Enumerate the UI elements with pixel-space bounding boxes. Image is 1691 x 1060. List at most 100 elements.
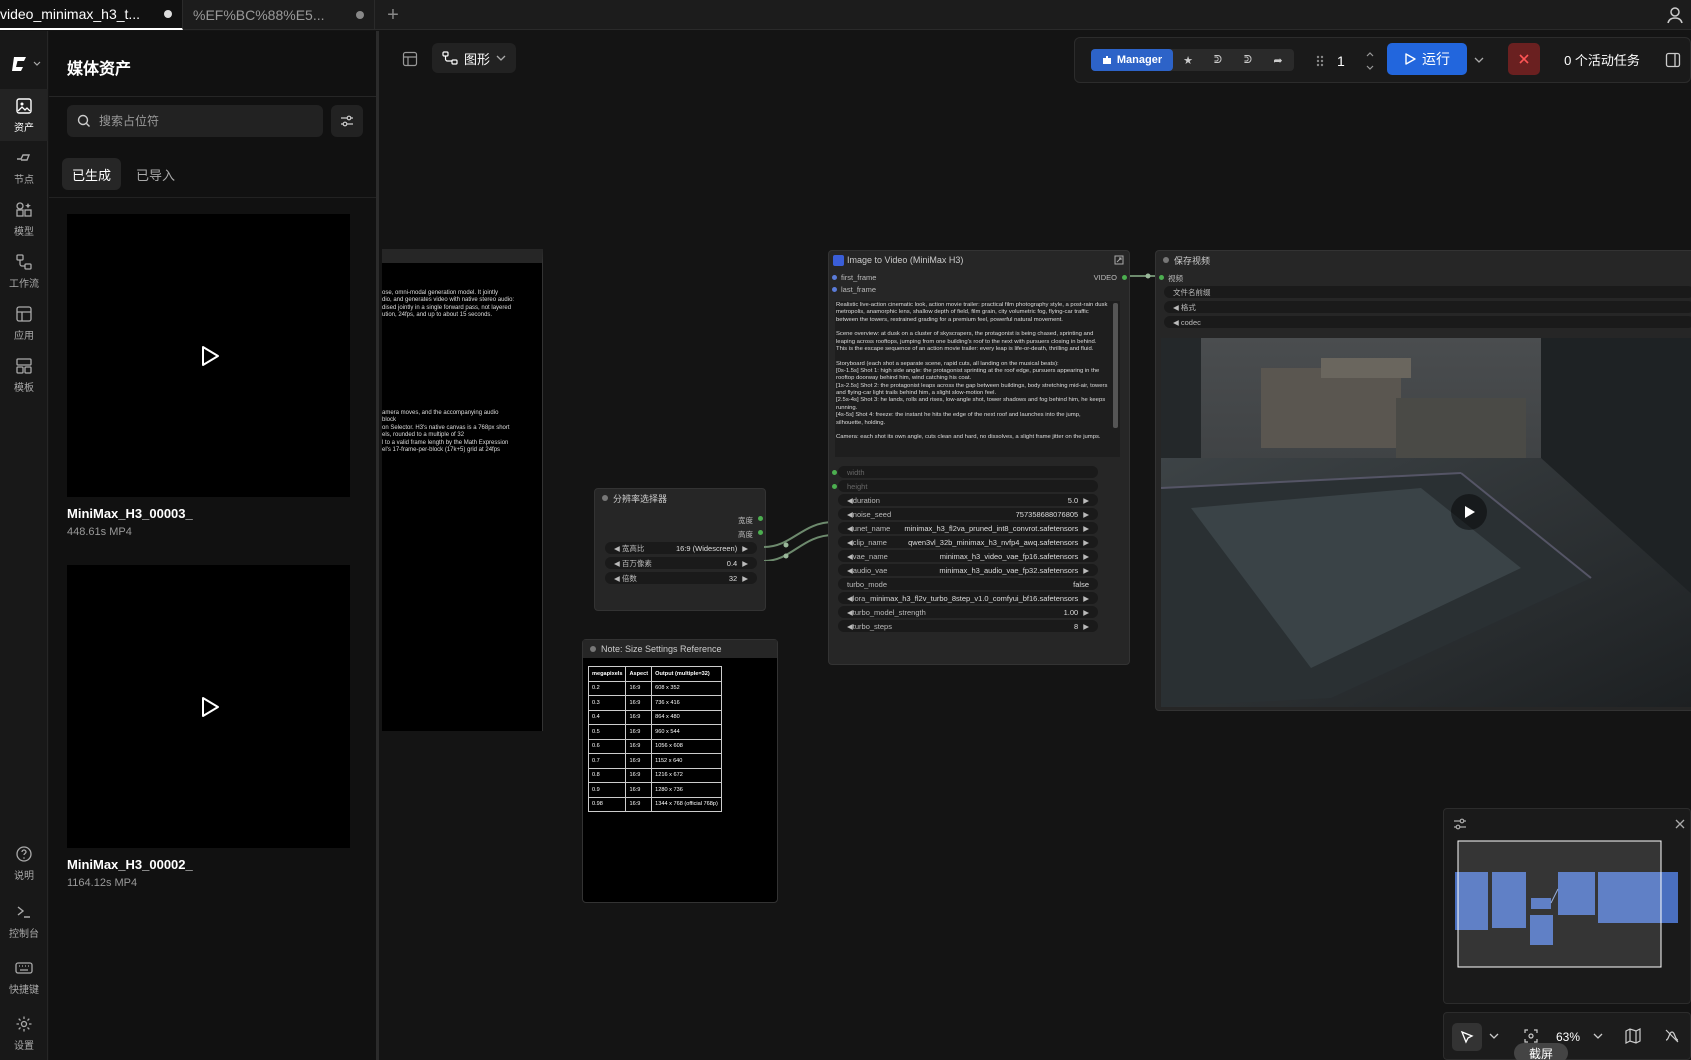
filter-button[interactable] [331, 105, 363, 137]
widget-multiple[interactable]: ◀ 倍数 32 ▶ [605, 572, 757, 584]
widget-filename-prefix[interactable]: 文件名前缀 [1164, 286, 1691, 298]
widget-codec[interactable]: ◀ codec [1164, 316, 1691, 328]
rail-item-apps[interactable]: 应用 [0, 297, 48, 349]
search-input[interactable] [99, 114, 299, 128]
resolution-selector-node[interactable]: 分辨率选择器 宽度 高度 ◀ 宽高比 16:9 (Widescreen) ▶ ◀ 百… [594, 488, 766, 611]
size-settings-note[interactable]: Note: Size Settings Reference megapixels… [582, 639, 778, 903]
widget-noise-seed[interactable]: ◀ noise_seed 757358688076805 ▶ [838, 508, 1098, 520]
workflow-icon [16, 253, 32, 270]
close-icon[interactable] [1674, 818, 1686, 830]
rail-item-help[interactable]: 说明 [0, 837, 48, 889]
chevron-down-icon[interactable] [1473, 55, 1485, 65]
widget-lora-n[interactable]: ◀ lora_n ...minimax_h3_fl2v_turbo_8step_… [838, 592, 1098, 604]
tab-generated[interactable]: 已生成 [62, 158, 122, 190]
panel-toggle-icon[interactable] [402, 51, 418, 67]
table-row: 0.6 16:9 1056 x 608 [587, 738, 722, 754]
new-tab-plus-icon[interactable]: + [375, 0, 411, 30]
wave-alt-icon[interactable]: ᕲ [1233, 49, 1263, 71]
widget-turbo-mode[interactable]: turbo_mode false [838, 578, 1098, 590]
run-button[interactable]: 运行 [1387, 43, 1467, 75]
share-arrow-icon[interactable]: ➦ [1263, 49, 1293, 71]
widget-duration[interactable]: ◀ duration 5.0 ▶ [838, 494, 1098, 506]
widget-unet-name[interactable]: ◀ unet_name minimax_h3_fl2va_pruned_int8_… [838, 522, 1098, 534]
input-socket-video[interactable] [1159, 275, 1164, 280]
widget-value: 757358688076805 [1015, 509, 1079, 519]
video-play-button[interactable] [1451, 494, 1487, 530]
input-socket-first-frame[interactable] [832, 275, 837, 280]
input-label: last_frame [841, 285, 877, 294]
widget-aspect[interactable]: ◀ 宽高比 16:9 (Widescreen) ▶ [605, 542, 757, 554]
star-icon[interactable]: ★ [1173, 49, 1203, 71]
drag-handle-icon[interactable] [1315, 54, 1325, 68]
app-logo[interactable] [10, 53, 42, 75]
search-box [67, 105, 323, 137]
asset-thumbnail[interactable] [67, 565, 350, 848]
widget-format[interactable]: ◀ 格式 [1164, 301, 1691, 313]
tab-imported[interactable]: 已导入 [126, 158, 185, 190]
sidebar-toggle-icon[interactable] [1665, 52, 1681, 68]
asset-thumbnail[interactable] [67, 214, 350, 497]
active-tasks-button[interactable]: 0 个活动任务 [1552, 43, 1652, 75]
input-socket-width[interactable] [832, 470, 837, 475]
tab-second-workflow[interactable]: %EF%BC%88%E5... [183, 0, 375, 30]
scrollbar[interactable] [1113, 303, 1118, 428]
graph-mode-button[interactable]: 图形 [432, 43, 516, 73]
left-text-note[interactable]: ose, omni-modal generation model. It joi… [382, 249, 543, 731]
minimap-panel[interactable] [1443, 808, 1691, 1004]
widget-audio-vae[interactable]: ◀ audio_vae minimax_h3_audio_vae_fp32.saf… [838, 564, 1098, 576]
tab-video-minimax[interactable]: video_minimax_h3_t... [0, 0, 183, 30]
map-icon[interactable] [1625, 1028, 1641, 1044]
manager-button[interactable]: Manager [1091, 49, 1173, 71]
table-row: 0.9 16:9 1280 x 736 [587, 782, 722, 798]
select-tool-button[interactable] [1452, 1023, 1482, 1051]
prompt-textarea[interactable]: Realistic live-action cinematic look, ac… [835, 301, 1120, 457]
expand-icon[interactable] [1114, 255, 1124, 265]
widget-vae-name[interactable]: ◀ vae_name minimax_h3_video_vae_fp16.safe… [838, 550, 1098, 562]
input-socket-height[interactable] [832, 484, 837, 489]
rail-item-nodes[interactable]: 节点 [0, 141, 48, 193]
output-socket-video[interactable] [1122, 275, 1127, 280]
rail-item-console[interactable]: 控制台 [0, 895, 48, 947]
table-cell: 864 x 480 [651, 709, 722, 725]
rail-item-settings[interactable]: 设置 [0, 1007, 48, 1059]
queue-count-input[interactable]: 1 [1337, 49, 1377, 73]
widget-turbo-steps[interactable]: ◀ turbo_steps 8 ▶ [838, 620, 1098, 632]
node-icon [17, 153, 31, 161]
rail-item-templates[interactable]: 模板 [0, 349, 48, 401]
table-cell: 16:9 [625, 695, 653, 711]
video-frame-image [1161, 338, 1691, 707]
wave-icon[interactable]: ᕲ [1203, 49, 1233, 71]
sliders-icon[interactable] [1453, 818, 1467, 830]
note-text-bottom: amera moves, and the accompanying audio … [382, 410, 510, 454]
widget-label: noise_seed [852, 509, 892, 519]
widget-width[interactable]: width [838, 466, 1098, 478]
video-preview[interactable] [1161, 338, 1691, 707]
image-to-video-node[interactable]: Image to Video (MiniMax H3) first_frame … [828, 250, 1130, 665]
chevron-down-icon[interactable] [1593, 1032, 1603, 1040]
cancel-run-button[interactable] [1508, 43, 1540, 75]
table-cell: 16:9 [625, 709, 653, 725]
rail-item-workflows[interactable]: 工作流 [0, 245, 48, 297]
widget-label: turbo_model_strength [852, 607, 926, 617]
widget-clip-name[interactable]: ◀ clip_name qwen3vl_32b_minimax_h3_nvfp4_… [838, 536, 1098, 548]
image-icon [16, 97, 32, 114]
widget-megapixels[interactable]: ◀ 百万像素 0.4 ▶ [605, 557, 757, 569]
rail-item-assets[interactable]: 资产 [0, 89, 48, 141]
input-socket-last-frame[interactable] [832, 287, 837, 292]
widget-turbo-model-strength[interactable]: ◀ turbo_model_strength 1.00 ▶ [838, 606, 1098, 618]
zoom-level[interactable]: 63% [1556, 1030, 1580, 1044]
widget-label: 百万像素 [621, 558, 652, 568]
user-icon[interactable] [1665, 5, 1685, 25]
chevron-down-icon[interactable] [1489, 1032, 1499, 1040]
output-label-width: 宽度 [738, 516, 753, 525]
rail-item-shortcuts[interactable]: 快捷键 [0, 951, 48, 1003]
node-status-dot [602, 495, 608, 501]
rail-item-models[interactable]: 模型 [0, 193, 48, 245]
link-visibility-icon[interactable] [1664, 1028, 1680, 1044]
stepper-icon[interactable] [1365, 49, 1375, 73]
screenshot-button[interactable]: 截屏 [1514, 1043, 1568, 1060]
widget-label: turbo_steps [852, 621, 892, 631]
save-video-node[interactable]: 保存视频 视频 文件名前缀 ◀ 格式 ◀ codec [1155, 250, 1691, 711]
fit-view-icon[interactable] [1524, 1029, 1538, 1043]
widget-height[interactable]: height [838, 480, 1098, 492]
